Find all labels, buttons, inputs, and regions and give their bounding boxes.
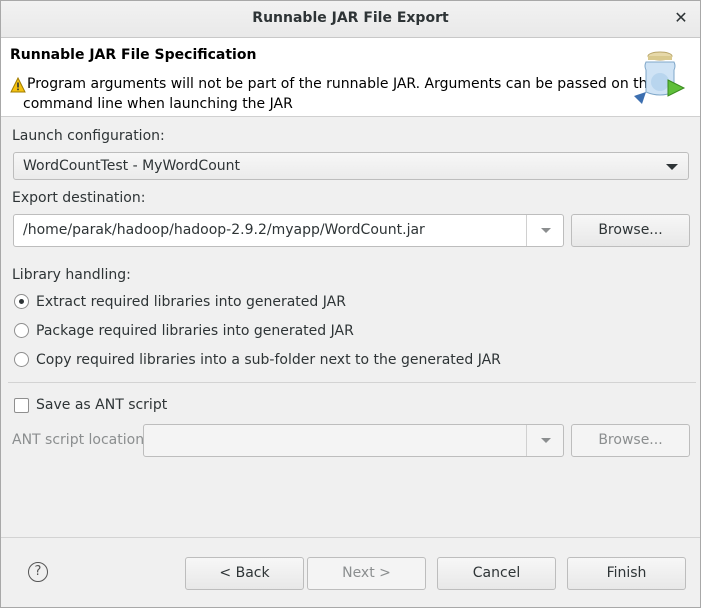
ant-location-label: ANT script location: — [12, 432, 149, 448]
launch-config-combo[interactable]: WordCountTest - MyWordCount — [13, 152, 689, 180]
jar-export-icon — [634, 51, 686, 104]
radio-package-label[interactable]: Package required libraries into generate… — [36, 323, 354, 339]
ant-location-combo — [143, 424, 564, 457]
title-bar: Runnable JAR File Export ✕ — [1, 1, 700, 38]
radio-copy-libraries[interactable] — [14, 352, 29, 367]
warning-message-line2: command line when launching the JAR — [23, 96, 293, 112]
combo-separator — [526, 215, 527, 246]
radio-extract-libraries[interactable] — [14, 294, 29, 309]
warning-message-line1: Program arguments will not be part of th… — [27, 76, 657, 92]
save-ant-label[interactable]: Save as ANT script — [36, 397, 167, 413]
export-destination-input[interactable]: /home/parak/hadoop/hadoop-2.9.2/myapp/Wo… — [23, 222, 425, 238]
back-button[interactable]: < Back — [185, 557, 304, 590]
launch-config-value: WordCountTest - MyWordCount — [23, 158, 241, 174]
library-handling-label: Library handling: — [12, 267, 131, 283]
page-title: Runnable JAR File Specification — [10, 47, 257, 63]
chevron-down-icon — [541, 438, 551, 443]
radio-copy-label[interactable]: Copy required libraries into a sub-folde… — [36, 352, 501, 368]
window-title: Runnable JAR File Export — [252, 10, 449, 26]
chevron-down-icon[interactable] — [541, 228, 551, 233]
dialog-window: Runnable JAR File Export ✕ Runnable JAR … — [0, 0, 701, 608]
export-destination-combo[interactable]: /home/parak/hadoop/hadoop-2.9.2/myapp/Wo… — [13, 214, 564, 247]
radio-selected-dot — [19, 299, 24, 304]
ant-browse-button: Browse... — [571, 424, 690, 457]
combo-separator — [526, 425, 527, 456]
chevron-down-icon — [666, 164, 678, 170]
close-icon[interactable]: ✕ — [672, 9, 690, 27]
radio-package-libraries[interactable] — [14, 323, 29, 338]
save-ant-checkbox[interactable] — [14, 398, 29, 413]
section-divider — [8, 382, 696, 383]
footer-divider — [1, 537, 700, 538]
finish-button[interactable]: Finish — [567, 557, 686, 590]
launch-config-label-text: Launch configuration: — [12, 128, 165, 144]
cancel-button[interactable]: Cancel — [437, 557, 556, 590]
help-icon[interactable]: ? — [28, 562, 48, 582]
launch-config-label: Launch configuration: — [12, 128, 165, 144]
export-browse-button[interactable]: Browse... — [571, 214, 690, 247]
next-button: Next > — [307, 557, 426, 590]
export-destination-label: Export destination: — [12, 190, 146, 206]
warning-triangle-icon — [10, 77, 26, 93]
radio-extract-label[interactable]: Extract required libraries into generate… — [36, 294, 346, 310]
wizard-header: Runnable JAR File Specification Program … — [1, 38, 700, 117]
